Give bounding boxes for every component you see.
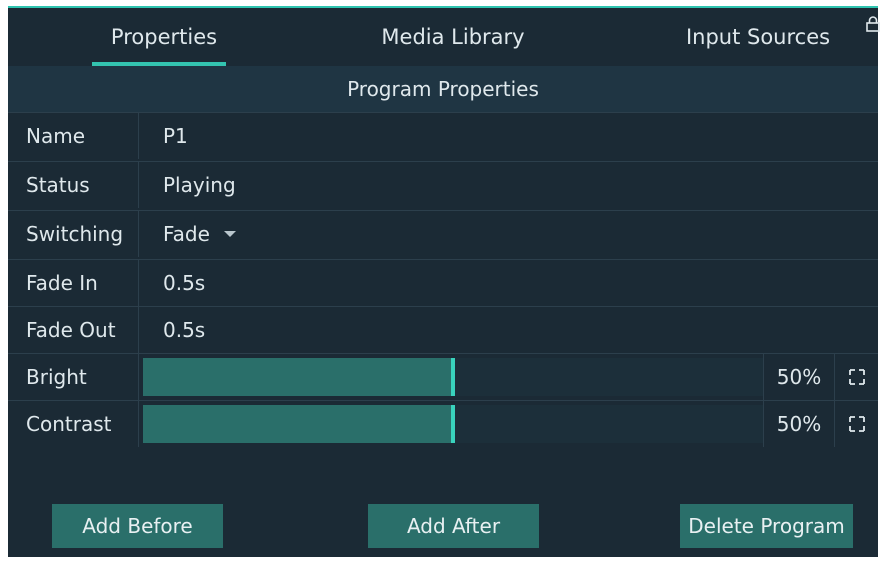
row-bright: Bright 50%	[8, 353, 878, 400]
switching-label: Switching	[8, 211, 139, 257]
status-value: Playing	[163, 173, 236, 197]
fade-out-value[interactable]: 0.5s	[163, 307, 205, 353]
row-contrast: Contrast 50%	[8, 400, 878, 447]
tab-input-sources[interactable]: Input Sources	[658, 8, 858, 66]
bright-slider-handle[interactable]	[451, 358, 455, 396]
bright-slider[interactable]	[143, 358, 763, 396]
reset-icon[interactable]	[848, 368, 866, 386]
tab-properties[interactable]: Properties	[64, 8, 264, 66]
section-title: Program Properties	[347, 77, 539, 101]
contrast-slider-fill	[143, 405, 453, 443]
bright-percent: 50%	[763, 354, 835, 400]
contrast-label: Contrast	[8, 401, 139, 447]
status-label: Status	[8, 162, 139, 208]
add-after-button[interactable]: Add After	[368, 504, 539, 548]
fade-in-value[interactable]: 0.5s	[163, 260, 205, 306]
contrast-percent: 50%	[763, 401, 835, 447]
delete-program-button[interactable]: Delete Program	[680, 504, 853, 548]
name-label: Name	[8, 113, 139, 159]
fade-in-label: Fade In	[8, 260, 139, 306]
add-before-button[interactable]: Add Before	[52, 504, 223, 548]
row-switching: Switching Fade	[8, 210, 878, 257]
switching-value: Fade	[163, 222, 210, 246]
tab-bar: Properties Media Library Input Sources	[8, 8, 880, 66]
row-name: Name P1	[8, 112, 878, 159]
bright-slider-fill	[143, 358, 453, 396]
contrast-slider[interactable]	[143, 405, 763, 443]
tab-media-library[interactable]: Media Library	[353, 8, 553, 66]
section-header: Program Properties	[8, 66, 878, 112]
reset-icon[interactable]	[848, 415, 866, 433]
lock-icon[interactable]	[866, 16, 880, 32]
row-fade-in: Fade In 0.5s	[8, 259, 878, 306]
name-value[interactable]: P1	[163, 113, 188, 159]
chevron-down-icon	[223, 231, 236, 237]
contrast-slider-handle[interactable]	[451, 405, 455, 443]
bright-label: Bright	[8, 354, 139, 400]
row-fade-out: Fade Out 0.5s	[8, 306, 878, 353]
fade-out-label: Fade Out	[8, 307, 139, 353]
row-status: Status Playing	[8, 161, 878, 208]
switching-select[interactable]: Fade	[163, 211, 236, 257]
